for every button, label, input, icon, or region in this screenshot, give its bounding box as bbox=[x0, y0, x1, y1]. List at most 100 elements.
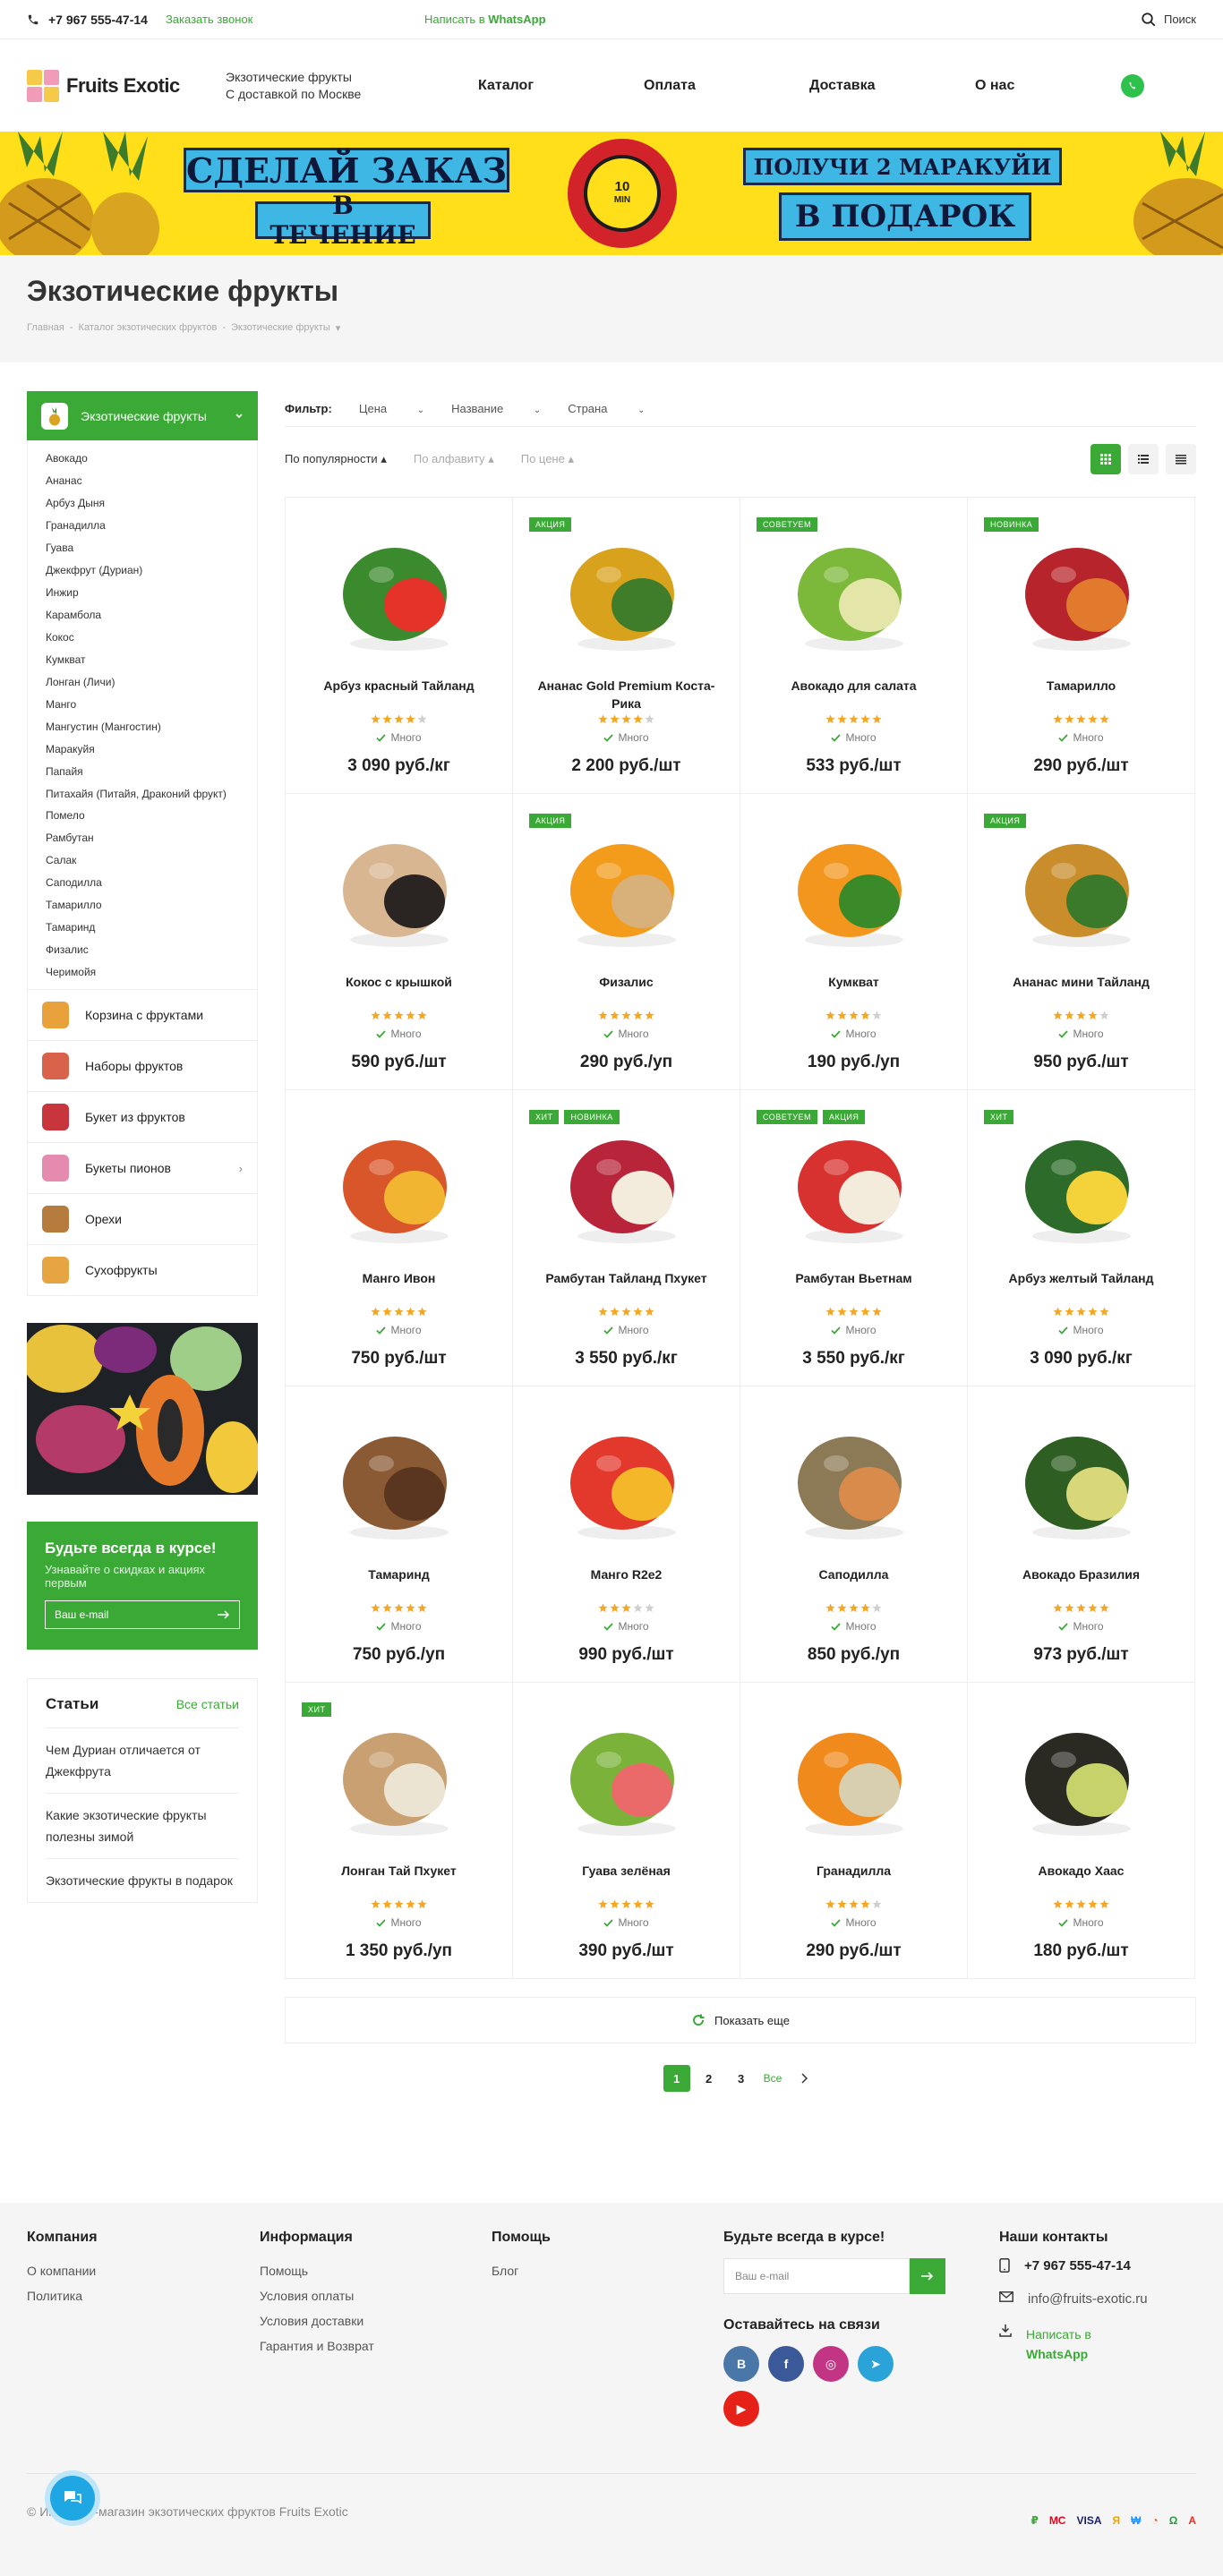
sidebar-fruit-photo[interactable] bbox=[27, 1323, 258, 1495]
product-image-wrap[interactable] bbox=[778, 1699, 930, 1851]
product-name[interactable]: Авокадо Бразилия bbox=[968, 1565, 1194, 1601]
product-name[interactable]: Манго R2e2 bbox=[513, 1565, 740, 1601]
footer-link[interactable]: Условия доставки bbox=[260, 2308, 374, 2333]
sidebar-subitem[interactable]: Черимойя bbox=[46, 961, 257, 984]
facebook-icon[interactable]: f bbox=[768, 2346, 804, 2382]
sidebar-category[interactable]: Орехи bbox=[27, 1194, 258, 1245]
product-card[interactable]: ХИТ НОВИНКА Рамбутан Тайланд Пхукет Много 3 … bbox=[513, 1090, 740, 1386]
product-image-wrap[interactable] bbox=[551, 810, 703, 962]
nav-catalog[interactable]: Каталог bbox=[478, 78, 644, 94]
product-name[interactable]: Кокос с крышкой bbox=[286, 973, 512, 1009]
product-card[interactable]: Авокадо Бразилия Много 973 руб./шт bbox=[968, 1386, 1195, 1683]
product-image-wrap[interactable] bbox=[551, 1699, 703, 1851]
sidebar-subitem[interactable]: Тамаринд bbox=[46, 917, 257, 939]
product-name[interactable]: Рамбутан Вьетнам bbox=[740, 1269, 967, 1305]
youtube-icon[interactable]: ▶ bbox=[723, 2391, 759, 2427]
sidebar-subitem[interactable]: Питахайя (Питайя, Драконий фрукт) bbox=[46, 783, 257, 805]
sidebar-subitem[interactable]: Саподилла bbox=[46, 872, 257, 894]
vk-icon[interactable]: В bbox=[723, 2346, 759, 2382]
footer-link[interactable]: О компании bbox=[27, 2258, 98, 2283]
sidebar-category[interactable]: Сухофрукты bbox=[27, 1245, 258, 1296]
product-card[interactable]: Гуава зелёная Много 390 руб./шт bbox=[513, 1683, 740, 1979]
product-name[interactable]: Физалис bbox=[513, 973, 740, 1009]
footer-link[interactable]: Помощь bbox=[260, 2258, 374, 2283]
page-2[interactable]: 2 bbox=[696, 2065, 723, 2092]
product-image-wrap[interactable] bbox=[323, 810, 475, 962]
list-view-icon[interactable] bbox=[1128, 444, 1159, 474]
filter-country[interactable]: Страна ⌄ bbox=[568, 402, 645, 415]
compact-list-icon[interactable] bbox=[1166, 444, 1196, 474]
product-name[interactable]: Рамбутан Тайланд Пхукет bbox=[513, 1269, 740, 1305]
callback-link[interactable]: Заказать звонок bbox=[166, 13, 252, 26]
sidebar-subitem[interactable]: Джекфрут (Дуриан) bbox=[46, 559, 257, 582]
breadcrumb-catalog[interactable]: Каталог экзотических фруктов bbox=[79, 322, 218, 334]
product-name[interactable]: Тамаринд bbox=[286, 1565, 512, 1601]
sidebar-subitem[interactable]: Тамарилло bbox=[46, 894, 257, 917]
product-image-wrap[interactable] bbox=[1005, 1403, 1158, 1555]
product-image-wrap[interactable] bbox=[1005, 1106, 1158, 1258]
product-card[interactable]: Манго R2e2 Много 990 руб./шт bbox=[513, 1386, 740, 1683]
product-card[interactable]: Авокадо Хаас Много 180 руб./шт bbox=[968, 1683, 1195, 1979]
sidebar-subitem[interactable]: Лонган (Личи) bbox=[46, 671, 257, 694]
page-all[interactable]: Все bbox=[760, 2065, 786, 2092]
sidebar-subitem[interactable]: Мангустин (Мангостин) bbox=[46, 716, 257, 738]
product-name[interactable]: Гранадилла bbox=[740, 1862, 967, 1898]
product-card[interactable]: Кумкват Много 190 руб./уп bbox=[740, 794, 968, 1090]
footer-whatsapp[interactable]: Написать в WhatsApp bbox=[999, 2324, 1148, 2364]
footer-link[interactable]: Политика bbox=[27, 2283, 98, 2308]
subscribe-email-input[interactable]: Ваш e-mail bbox=[45, 1600, 240, 1629]
breadcrumb-home[interactable]: Главная bbox=[27, 322, 64, 334]
all-articles-link[interactable]: Все статьи bbox=[176, 1697, 239, 1711]
sidebar-category[interactable]: Букеты пионов › bbox=[27, 1143, 258, 1194]
logo[interactable]: Fruits Exotic bbox=[27, 69, 180, 102]
footer-link[interactable]: Условия оплаты bbox=[260, 2283, 374, 2308]
page-3[interactable]: 3 bbox=[728, 2065, 755, 2092]
sidebar-subitem[interactable]: Физалис bbox=[46, 939, 257, 961]
product-image-wrap[interactable] bbox=[551, 1106, 703, 1258]
product-card[interactable]: Манго Ивон Много 750 руб./шт bbox=[286, 1090, 513, 1386]
article-link[interactable]: Чем Дуриан отличается от Джекфрута bbox=[46, 1727, 239, 1793]
product-name[interactable]: Арбуз красный Тайланд bbox=[286, 677, 512, 712]
product-name[interactable]: Ананас Gold Premium Коста-Рика bbox=[513, 677, 740, 712]
nav-delivery[interactable]: Доставка bbox=[809, 78, 975, 94]
footer-link[interactable]: Блог bbox=[492, 2258, 551, 2283]
product-image-wrap[interactable] bbox=[778, 514, 930, 666]
sidebar-subitem[interactable]: Арбуз Дыня bbox=[46, 492, 257, 515]
product-image-wrap[interactable] bbox=[1005, 810, 1158, 962]
sidebar-category[interactable]: Корзина с фруктами bbox=[27, 990, 258, 1041]
product-card[interactable]: НОВИНКА Тамарилло Много 290 руб./шт bbox=[968, 498, 1195, 794]
product-image-wrap[interactable] bbox=[551, 514, 703, 666]
sidebar-category[interactable]: Наборы фруктов bbox=[27, 1041, 258, 1092]
product-card[interactable]: ХИТ Лонган Тай Пхукет Много 1 350 руб./уп bbox=[286, 1683, 513, 1979]
product-card[interactable]: АКЦИЯ Ананас Gold Premium Коста-Рика Много… bbox=[513, 498, 740, 794]
sidebar-category[interactable]: Букет из фруктов bbox=[27, 1092, 258, 1143]
sidebar-item-exotic-fruits[interactable]: Экзотические фрукты bbox=[27, 391, 258, 440]
product-image-wrap[interactable] bbox=[323, 514, 475, 666]
footer-phone[interactable]: +7 967 555-47-14 bbox=[999, 2258, 1148, 2273]
product-card[interactable]: Кокос с крышкой Много 590 руб./шт bbox=[286, 794, 513, 1090]
product-image-wrap[interactable] bbox=[323, 1403, 475, 1555]
product-name[interactable]: Лонган Тай Пхукет bbox=[286, 1862, 512, 1898]
article-link[interactable]: Экзотические фрукты в подарок bbox=[46, 1858, 239, 1902]
filter-price[interactable]: Цена ⌄ bbox=[359, 402, 424, 415]
instagram-icon[interactable]: ◎ bbox=[813, 2346, 849, 2382]
product-image-wrap[interactable] bbox=[778, 1403, 930, 1555]
chat-widget-button[interactable] bbox=[45, 2470, 100, 2526]
sidebar-subitem[interactable]: Ананас bbox=[46, 470, 257, 492]
product-card[interactable]: АКЦИЯ Ананас мини Тайланд Много 950 руб./шт bbox=[968, 794, 1195, 1090]
sidebar-subitem[interactable]: Гранадилла bbox=[46, 515, 257, 537]
sidebar-subitem[interactable]: Маракуйя bbox=[46, 738, 257, 761]
footer-email-field[interactable]: Ваш e-mail bbox=[723, 2258, 945, 2294]
product-card[interactable]: АКЦИЯ Физалис Много 290 руб./уп bbox=[513, 794, 740, 1090]
product-name[interactable]: Ананас мини Тайланд bbox=[968, 973, 1194, 1009]
product-card[interactable]: СОВЕТУЕМ Авокадо для салата Много 533 руб./… bbox=[740, 498, 968, 794]
footer-email[interactable]: info@fruits-exotic.ru bbox=[999, 2291, 1148, 2307]
product-name[interactable]: Тамарилло bbox=[968, 677, 1194, 712]
product-name[interactable]: Арбуз желтый Тайланд bbox=[968, 1269, 1194, 1305]
promo-banner[interactable]: СДЕЛАЙ ЗАКАЗ В ТЕЧЕНИЕ 10 MIN ПОЛУЧИ 2 М… bbox=[0, 132, 1223, 255]
product-card[interactable]: СОВЕТУЕМ АКЦИЯ Рамбутан Вьетнам Много 3 550 … bbox=[740, 1090, 968, 1386]
product-name[interactable]: Манго Ивон bbox=[286, 1269, 512, 1305]
sidebar-subitem[interactable]: Авокадо bbox=[46, 448, 257, 470]
sidebar-subitem[interactable]: Кокос bbox=[46, 627, 257, 649]
sort-popularity[interactable]: По популярности ▴ bbox=[285, 452, 387, 466]
